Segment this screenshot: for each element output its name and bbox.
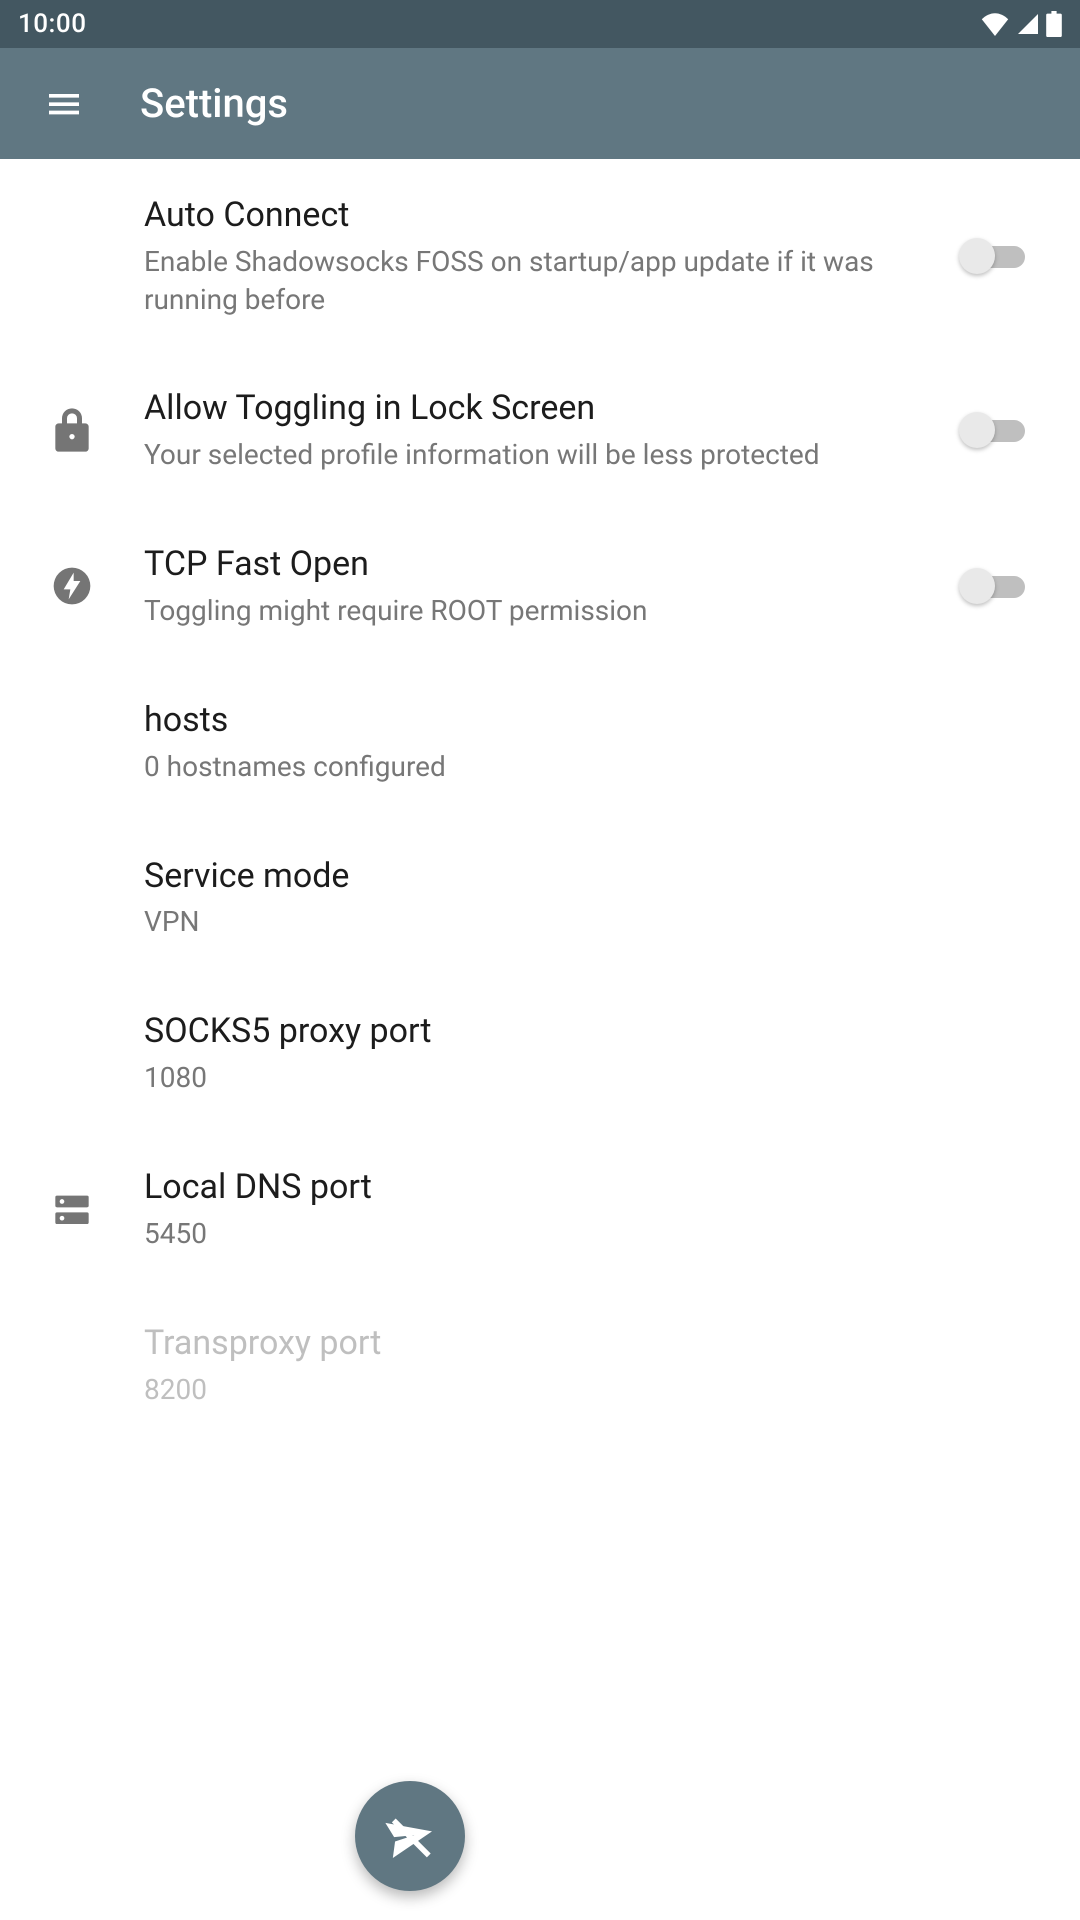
switch-thumb bbox=[959, 568, 995, 604]
fab-connect[interactable] bbox=[355, 1781, 465, 1891]
battery-icon bbox=[1046, 11, 1062, 37]
setting-hosts[interactable]: hosts 0 hostnames configured bbox=[0, 664, 1080, 820]
setting-tcp-fast-open[interactable]: TCP Fast Open Toggling might require ROO… bbox=[0, 508, 1080, 664]
switch-auto-connect[interactable] bbox=[959, 236, 1025, 276]
setting-auto-connect[interactable]: Auto Connect Enable Shadowsocks FOSS on … bbox=[0, 159, 1080, 352]
setting-transproxy-port: Transproxy port 8200 bbox=[0, 1287, 1080, 1443]
settings-list: Auto Connect Enable Shadowsocks FOSS on … bbox=[0, 159, 1080, 1920]
cell-signal-icon bbox=[1016, 12, 1040, 36]
airplane-off-icon bbox=[383, 1809, 437, 1863]
page-title: Settings bbox=[140, 80, 288, 127]
setting-title: TCP Fast Open bbox=[144, 542, 924, 588]
switch-tcp-fast-open[interactable] bbox=[959, 566, 1025, 606]
setting-service-mode[interactable]: Service mode VPN bbox=[0, 820, 1080, 976]
setting-subtitle: VPN bbox=[144, 903, 1020, 941]
status-system-icons bbox=[980, 11, 1062, 37]
setting-title: SOCKS5 proxy port bbox=[144, 1009, 1020, 1055]
menu-button[interactable] bbox=[36, 76, 92, 132]
wifi-icon bbox=[980, 12, 1010, 36]
setting-subtitle: 1080 bbox=[144, 1059, 1020, 1097]
switch-allow-toggling-lockscreen[interactable] bbox=[959, 410, 1025, 450]
setting-allow-toggling-lockscreen[interactable]: Allow Toggling in Lock Screen Your selec… bbox=[0, 352, 1080, 508]
setting-subtitle: 0 hostnames configured bbox=[144, 748, 1020, 786]
setting-subtitle: Toggling might require ROOT permission bbox=[144, 592, 924, 630]
setting-socks5-port[interactable]: SOCKS5 proxy port 1080 bbox=[0, 975, 1080, 1131]
hamburger-icon bbox=[44, 84, 84, 124]
setting-local-dns-port[interactable]: Local DNS port 5450 bbox=[0, 1131, 1080, 1287]
bolt-circle-icon bbox=[52, 566, 92, 606]
setting-title: hosts bbox=[144, 698, 1020, 744]
status-time: 10:00 bbox=[18, 9, 86, 39]
setting-subtitle: 5450 bbox=[144, 1215, 1020, 1253]
status-bar: 10:00 bbox=[0, 0, 1080, 48]
setting-title: Local DNS port bbox=[144, 1165, 1020, 1211]
setting-subtitle: Your selected profile information will b… bbox=[144, 436, 924, 474]
switch-thumb bbox=[959, 412, 995, 448]
setting-subtitle: 8200 bbox=[144, 1371, 1020, 1409]
setting-title: Service mode bbox=[144, 854, 1020, 900]
setting-title: Auto Connect bbox=[144, 193, 924, 239]
setting-subtitle: Enable Shadowsocks FOSS on startup/app u… bbox=[144, 243, 924, 319]
dns-icon bbox=[52, 1189, 92, 1229]
app-bar: Settings bbox=[0, 48, 1080, 159]
setting-title: Transproxy port bbox=[144, 1321, 1020, 1367]
switch-thumb bbox=[959, 238, 995, 274]
lock-icon bbox=[52, 406, 92, 454]
setting-title: Allow Toggling in Lock Screen bbox=[144, 386, 924, 432]
